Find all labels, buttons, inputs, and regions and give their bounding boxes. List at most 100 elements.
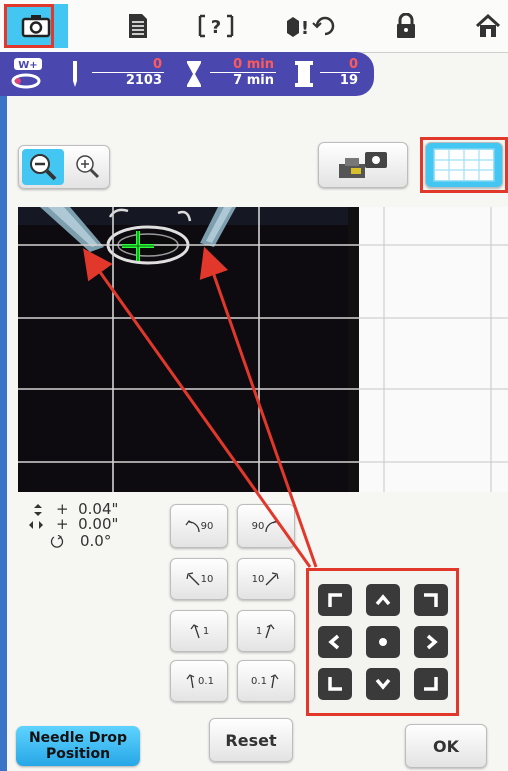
lock-icon [397, 13, 415, 38]
time-current: 0 min [210, 57, 276, 73]
stitch-total: 2103 [125, 73, 162, 88]
move-down-button[interactable] [366, 668, 400, 700]
ok-button[interactable]: OK [405, 724, 487, 768]
needle-icon [73, 61, 77, 87]
rotate-ccw-icon [185, 520, 200, 533]
rotate-ccw-01-label: 0.1 [198, 675, 214, 687]
rotate-ccw-10-label: 10 [200, 573, 214, 585]
zoom-out-icon [30, 154, 57, 181]
move-up-left-button[interactable] [318, 584, 352, 616]
rotate-cw-icon [270, 674, 279, 689]
rotate-cw-10-label: 10 [251, 573, 265, 585]
rotate-ccw-icon [186, 572, 200, 586]
stitch-current: 0 [92, 57, 164, 73]
arrow-up-icon [375, 594, 391, 606]
rotate-ccw-icon [190, 624, 200, 639]
rotate-ccw-1-label: 1 [202, 625, 210, 637]
rotate-cw-icon [265, 520, 280, 533]
zoom-in-button[interactable] [69, 149, 107, 185]
color-current: 0 [320, 57, 360, 73]
rotate-cw-90-label: 90 [251, 520, 265, 532]
rotate-cw-icon [265, 572, 279, 586]
embroidery-layout-screen: ? ! W+ 0 2103 0 min 7 min 0 19 + 0.04" +… [0, 0, 508, 771]
rotate-ccw-01-button[interactable]: 0.1 [170, 660, 228, 702]
move-right-button[interactable] [414, 626, 448, 658]
needle-drop-position-button[interactable]: Needle Drop Position [16, 726, 140, 766]
sewing-time: 0 min 7 min [210, 57, 276, 88]
reset-button[interactable]: Reset [209, 718, 293, 762]
center-button[interactable] [366, 626, 400, 658]
arrow-left-icon [328, 634, 340, 650]
document-icon [129, 14, 147, 38]
zoom-in-icon [76, 155, 100, 179]
zoom-button-group [18, 145, 110, 189]
thread-spool-icon [295, 61, 313, 87]
status-bar: W+ 0 2103 0 min 7 min 0 19 [0, 52, 374, 96]
hourglass-icon [187, 61, 201, 87]
vertical-arrows-icon [34, 504, 42, 516]
svg-text:W+: W+ [18, 60, 37, 71]
presser-foot-indicator: W+ [8, 57, 48, 95]
tab-camera[interactable] [4, 4, 68, 48]
needle-drop-label-line1: Needle Drop [28, 730, 128, 746]
center-dot-icon [379, 638, 387, 646]
rotate-cw-01-button[interactable]: 0.1 [237, 660, 295, 702]
direction-pad [306, 568, 459, 716]
rotate-ccw-1-button[interactable]: 1 [170, 610, 228, 652]
stitch-count: 0 2103 [92, 57, 164, 88]
arrow-down-icon [375, 678, 391, 690]
thread-color-count: 0 19 [320, 57, 360, 88]
camera-image [18, 207, 359, 492]
rotate-ccw-icon [186, 674, 195, 689]
needle-drop-label-line2: Position [45, 746, 111, 762]
help-icon: ? [198, 14, 234, 38]
rotate-cw-1-button[interactable]: 1 [237, 610, 295, 652]
rotate-cw-01-label: 0.1 [251, 675, 267, 687]
arrow-down-left-icon [328, 677, 342, 691]
presser-foot-icon: W+ [11, 58, 42, 89]
rotate-cw-90-button[interactable]: 90 [237, 504, 295, 548]
camera-preview-button[interactable] [318, 142, 408, 188]
tab-maintenance[interactable]: ! [278, 4, 342, 48]
horizontal-offset: + 0.00" [56, 515, 119, 533]
svg-text:!: ! [301, 18, 309, 39]
reset-label: Reset [225, 730, 277, 750]
tab-lock[interactable] [374, 4, 438, 48]
machine-camera-icon [339, 152, 387, 178]
move-down-right-button[interactable] [414, 668, 448, 700]
move-up-button[interactable] [366, 584, 400, 616]
tab-home[interactable] [456, 4, 508, 48]
rotate-ccw-90-button[interactable]: 90 [170, 504, 228, 548]
camera-icon [21, 15, 51, 38]
arrow-up-right-icon [424, 593, 438, 607]
tab-document[interactable] [106, 4, 170, 48]
move-up-right-button[interactable] [414, 584, 448, 616]
color-total: 19 [339, 73, 358, 88]
left-edge-bar [0, 96, 7, 771]
svg-text:?: ? [211, 17, 221, 38]
arrow-up-left-icon [328, 593, 342, 607]
maintenance-icon: ! [287, 16, 335, 39]
zoom-out-button[interactable] [22, 149, 64, 185]
camera-view [18, 207, 359, 492]
time-total: 7 min [233, 73, 274, 88]
rotate-ccw-10-button[interactable]: 10 [170, 558, 228, 600]
home-icon [475, 13, 501, 37]
grid-icon [433, 148, 495, 182]
rotation-angle-icon [50, 535, 64, 548]
top-tab-bar: ? ! [0, 0, 508, 53]
grid-extension-area [359, 207, 508, 492]
grid-toggle-button[interactable] [425, 142, 503, 188]
crosshair-icon [122, 231, 154, 261]
ok-label: OK [433, 736, 459, 756]
arrow-down-right-icon [424, 677, 438, 691]
tab-help[interactable]: ? [184, 4, 248, 48]
rotate-cw-icon [265, 624, 275, 639]
horizontal-arrows-icon [29, 521, 43, 529]
rotation-angle: 0.0° [80, 532, 112, 550]
move-down-left-button[interactable] [318, 668, 352, 700]
rotate-cw-10-button[interactable]: 10 [237, 558, 295, 600]
move-left-button[interactable] [318, 626, 352, 658]
arrow-right-icon [426, 634, 438, 650]
rotate-ccw-90-label: 90 [200, 520, 214, 532]
